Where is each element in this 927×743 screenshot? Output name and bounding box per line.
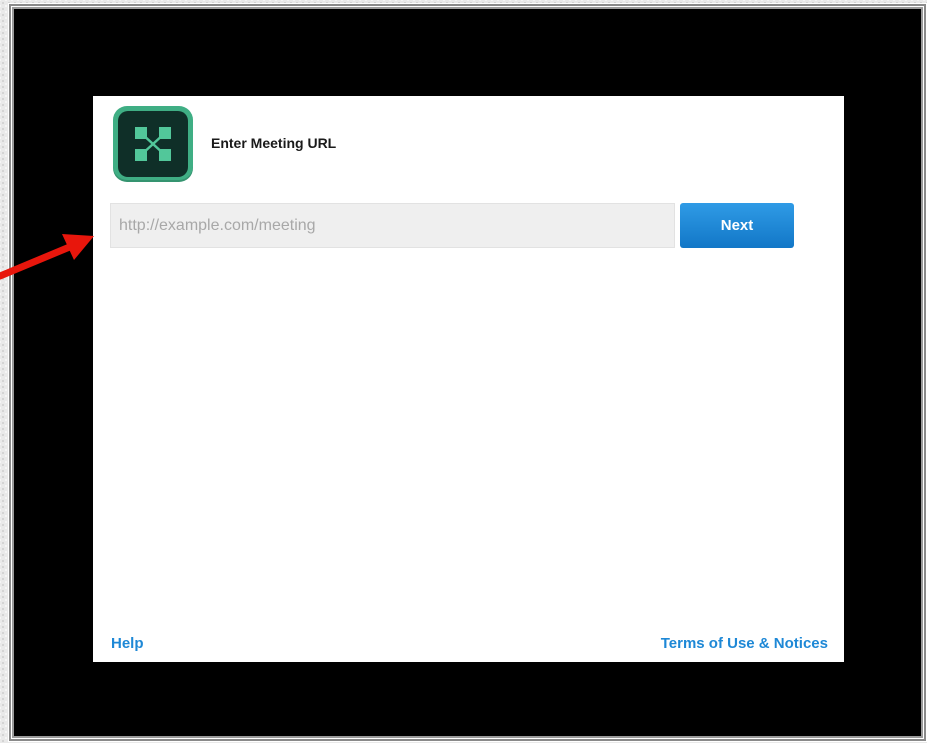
page-title: Enter Meeting URL (211, 135, 337, 151)
adobe-connect-logo-icon (113, 106, 193, 182)
terms-of-use-link[interactable]: Terms of Use & Notices (661, 635, 828, 652)
next-button[interactable]: Next (680, 203, 794, 248)
help-link[interactable]: Help (111, 635, 144, 652)
red-arrow-annotation-icon (0, 234, 94, 280)
app-screen: Enter Meeting URL Next Help Terms of Use… (93, 96, 844, 662)
meeting-url-input[interactable] (110, 203, 675, 248)
